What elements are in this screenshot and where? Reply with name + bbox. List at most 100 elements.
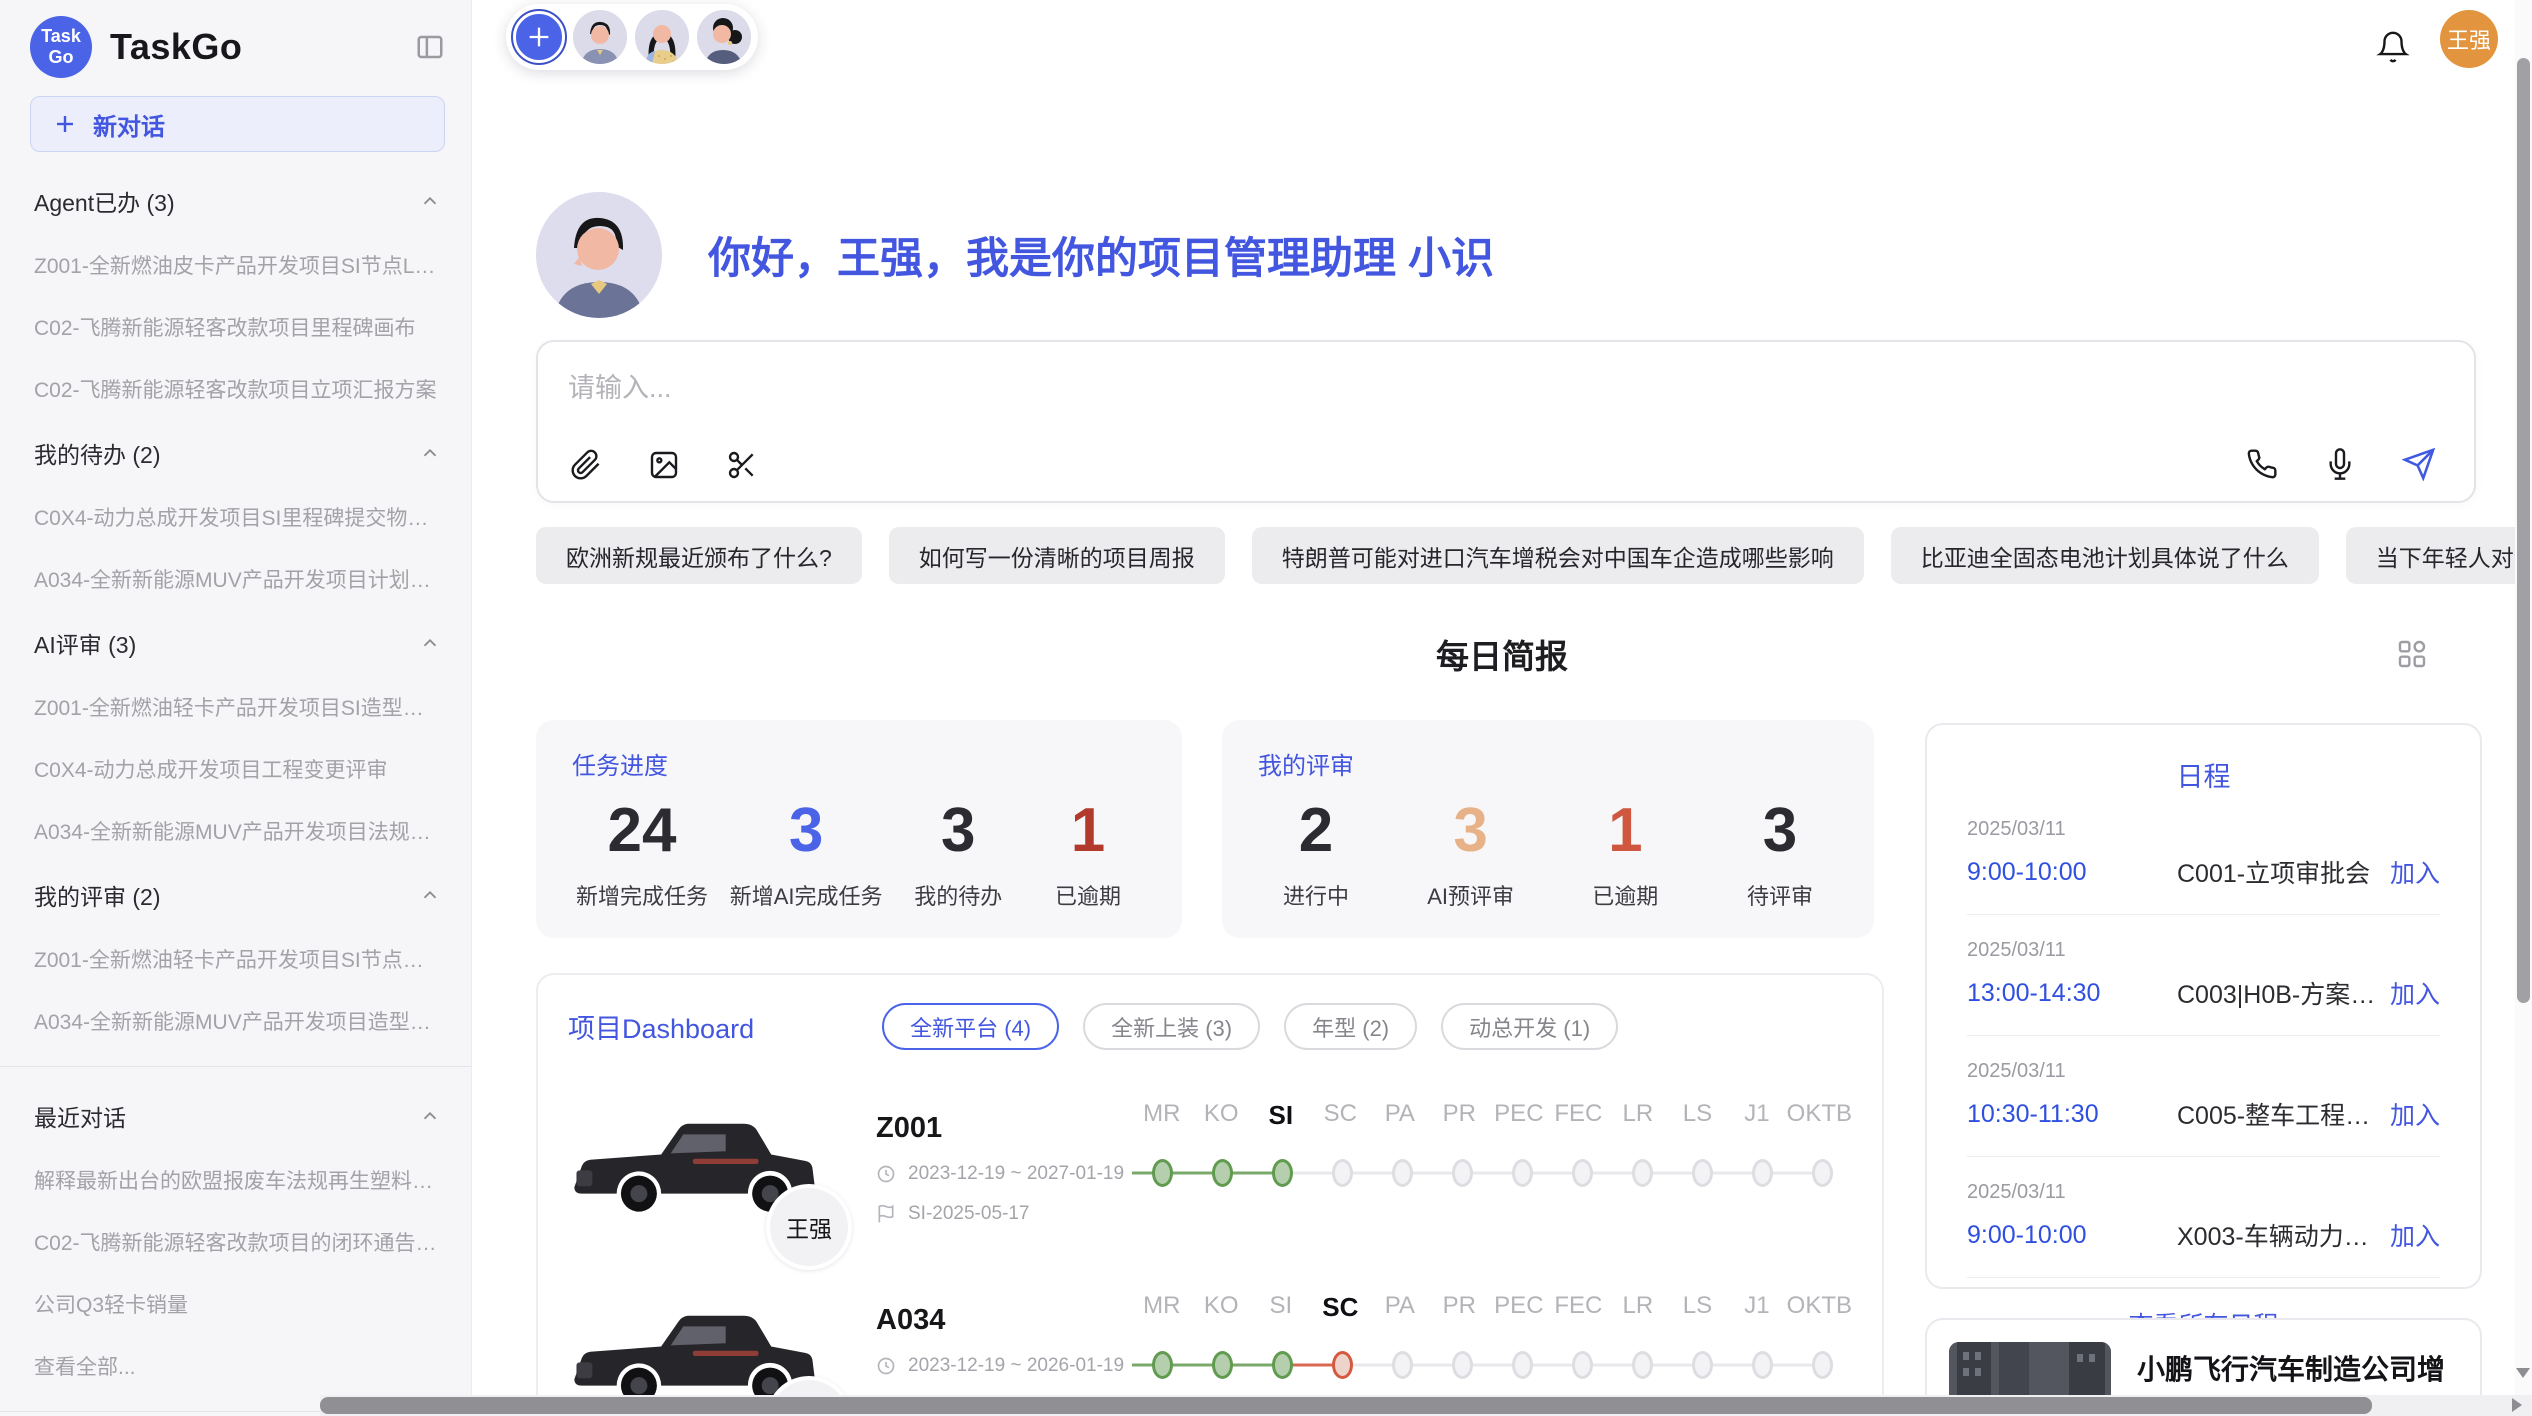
join-link[interactable]: 加入 <box>2390 1096 2440 1132</box>
suggestion-chip[interactable]: 欧洲新规最近颁布了什么? <box>536 527 862 584</box>
user-avatar[interactable]: 王强 <box>2440 10 2498 68</box>
image-icon[interactable] <box>648 449 680 481</box>
filter-chip[interactable]: 全新上装 (3) <box>1083 1003 1260 1050</box>
event-time: 10:30-11:30 <box>1967 1100 2177 1129</box>
list-item[interactable]: A034-全新新能源MUV产品开发项目造型可行性评审 <box>34 1006 441 1036</box>
project-dates: 2023-12-19 ~ 2027-01-19 <box>908 1163 1124 1185</box>
milestone-dot[interactable] <box>1152 1351 1173 1379</box>
filter-chip[interactable]: 动总开发 (1) <box>1441 1003 1618 1050</box>
milestone-dot[interactable] <box>1152 1159 1173 1187</box>
stat-label: 进行中 <box>1262 879 1370 911</box>
sidebar-collapse-icon[interactable] <box>415 32 445 62</box>
chevron-up-icon[interactable] <box>419 1105 441 1127</box>
vertical-scrollbar[interactable] <box>2515 0 2532 1416</box>
milestone-dot[interactable] <box>1692 1159 1713 1187</box>
vertical-scrollbar-thumb[interactable] <box>2517 58 2530 1003</box>
list-item[interactable]: 公司Q3轻卡销量 <box>34 1289 441 1319</box>
list-item[interactable]: C02-飞腾新能源轻客改款项目里程碑画布 <box>34 312 441 342</box>
milestone-dot[interactable] <box>1212 1159 1233 1187</box>
filter-chip[interactable]: 年型 (2) <box>1284 1003 1417 1050</box>
join-link[interactable]: 加入 <box>2390 975 2440 1011</box>
divider <box>1967 1035 2440 1036</box>
milestone-dot[interactable] <box>1572 1351 1593 1379</box>
list-item[interactable]: C0X4-动力总成开发项目工程变更评审 <box>34 754 441 784</box>
filter-chip[interactable]: 全新平台 (4) <box>882 1003 1059 1050</box>
suggestion-chip[interactable]: 比亚迪全固态电池计划具体说了什么 <box>1891 527 2319 584</box>
attachment-icon[interactable] <box>570 449 602 481</box>
milestone-dot[interactable] <box>1692 1351 1713 1379</box>
milestone-dot[interactable] <box>1512 1351 1533 1379</box>
scroll-down-arrow[interactable] <box>2516 1368 2530 1378</box>
horizontal-scrollbar-thumb[interactable] <box>320 1397 2372 1414</box>
project-vehicle-image: 王强 <box>568 1094 822 1242</box>
milestone-dot[interactable] <box>1812 1159 1833 1187</box>
milestone-dot[interactable] <box>1452 1351 1473 1379</box>
stat-value: 24 <box>576 795 708 867</box>
milestone-dot[interactable] <box>1452 1159 1473 1187</box>
scissors-icon[interactable] <box>726 449 758 481</box>
list-item[interactable]: Z001-全新燃油皮卡产品开发项目SI节点Lesson Learn报告 <box>34 250 441 280</box>
view-all-chats[interactable]: 查看全部... <box>34 1351 441 1381</box>
milestone-dot[interactable] <box>1512 1159 1533 1187</box>
chevron-up-icon[interactable] <box>419 442 441 464</box>
milestone-dot[interactable] <box>1632 1351 1653 1379</box>
chevron-up-icon[interactable] <box>419 190 441 212</box>
scroll-right-arrow[interactable] <box>2512 1398 2522 1412</box>
chevron-up-icon[interactable] <box>419 632 441 654</box>
milestone-dot[interactable] <box>1572 1159 1593 1187</box>
horizontal-scrollbar[interactable] <box>320 1395 2532 1416</box>
clock-icon <box>876 1164 896 1184</box>
milestone-dot[interactable] <box>1752 1159 1773 1187</box>
send-icon[interactable] <box>2402 447 2436 481</box>
event-time: 9:00-10:00 <box>1967 858 2177 887</box>
layout-grid-icon[interactable] <box>2396 638 2428 670</box>
add-agent-button[interactable] <box>513 11 565 63</box>
group-recent-chats[interactable]: 最近对话 <box>34 1099 441 1133</box>
list-item[interactable]: A034-全新新能源MUV产品开发项目法规符合性评审 <box>34 816 441 846</box>
chevron-up-icon[interactable] <box>419 884 441 906</box>
stat-value: 1 <box>1034 795 1142 867</box>
avatar[interactable] <box>697 10 751 64</box>
group-my-review[interactable]: 我的评审 (2) <box>34 878 441 912</box>
phone-icon[interactable] <box>2246 448 2278 480</box>
milestone-label-current: SI <box>1251 1100 1311 1131</box>
milestone-dot[interactable] <box>1212 1351 1233 1379</box>
list-item[interactable]: Z001-全新燃油轻卡产品开发项目SI节点属性5D文件评审 <box>34 944 441 974</box>
milestone-dot[interactable] <box>1332 1159 1353 1187</box>
chat-input[interactable] <box>568 366 2168 426</box>
milestone-dot[interactable] <box>1332 1351 1353 1379</box>
list-item[interactable]: C0X4-动力总成开发项目SI里程碑提交物检查 <box>34 502 441 532</box>
group-agent-done[interactable]: Agent已办 (3) <box>34 184 441 218</box>
list-item[interactable]: C02-飞腾新能源轻客改款项目的闭环通告反馈情况 <box>34 1227 441 1257</box>
join-link[interactable]: 加入 <box>2390 854 2440 890</box>
project-info: Z001 2023-12-19 ~ 2027-01-19 SI-2025-05-… <box>876 1112 1126 1225</box>
list-item[interactable]: A034-全新新能源MUV产品开发项目计划变更表编写 <box>34 564 441 594</box>
suggestion-chip[interactable]: 如何写一份清晰的项目周报 <box>889 527 1225 584</box>
mic-icon[interactable] <box>2324 448 2356 480</box>
list-item[interactable]: C02-飞腾新能源轻客改款项目立项汇报方案 <box>34 374 441 404</box>
new-chat-button[interactable]: 新对话 <box>30 96 445 152</box>
milestone-dot[interactable] <box>1392 1351 1413 1379</box>
group-title: 我的评审 (2) <box>34 878 161 912</box>
project-owner-badge: 王强 <box>766 1184 852 1270</box>
group-ai-review[interactable]: AI评审 (3) <box>34 626 441 660</box>
event-date: 2025/03/11 <box>1967 939 2440 962</box>
milestone-label: MR <box>1132 1292 1192 1323</box>
milestone-dot[interactable] <box>1812 1351 1833 1379</box>
join-link[interactable]: 加入 <box>2390 1217 2440 1253</box>
avatar[interactable] <box>573 10 627 64</box>
milestone-dot[interactable] <box>1632 1159 1653 1187</box>
group-title: AI评审 (3) <box>34 626 136 660</box>
suggestion-chip[interactable]: 特朗普可能对进口汽车增税会对中国车企造成哪些影响 <box>1252 527 1864 584</box>
suggestion-chip[interactable]: 当下年轻人对汽车外观有怎样的喜好趋势 <box>2346 527 2532 584</box>
list-item[interactable]: Z001-全新燃油轻卡产品开发项目SI造型提交物评审 <box>34 692 441 722</box>
milestone-dot[interactable] <box>1272 1351 1293 1379</box>
milestone-dot[interactable] <box>1752 1351 1773 1379</box>
group-my-todo[interactable]: 我的待办 (2) <box>34 436 441 470</box>
milestone-dot[interactable] <box>1272 1159 1293 1187</box>
avatar[interactable] <box>635 10 689 64</box>
notifications-bell-icon[interactable] <box>2376 30 2410 64</box>
project-row[interactable]: 王强 Z001 2023-12-19 ~ 2027-01-19 SI-2025-… <box>568 1094 1852 1242</box>
list-item[interactable]: 解释最新出台的欧盟报废车法规再生塑料比例被调至15%... <box>34 1165 441 1195</box>
milestone-dot[interactable] <box>1392 1159 1413 1187</box>
